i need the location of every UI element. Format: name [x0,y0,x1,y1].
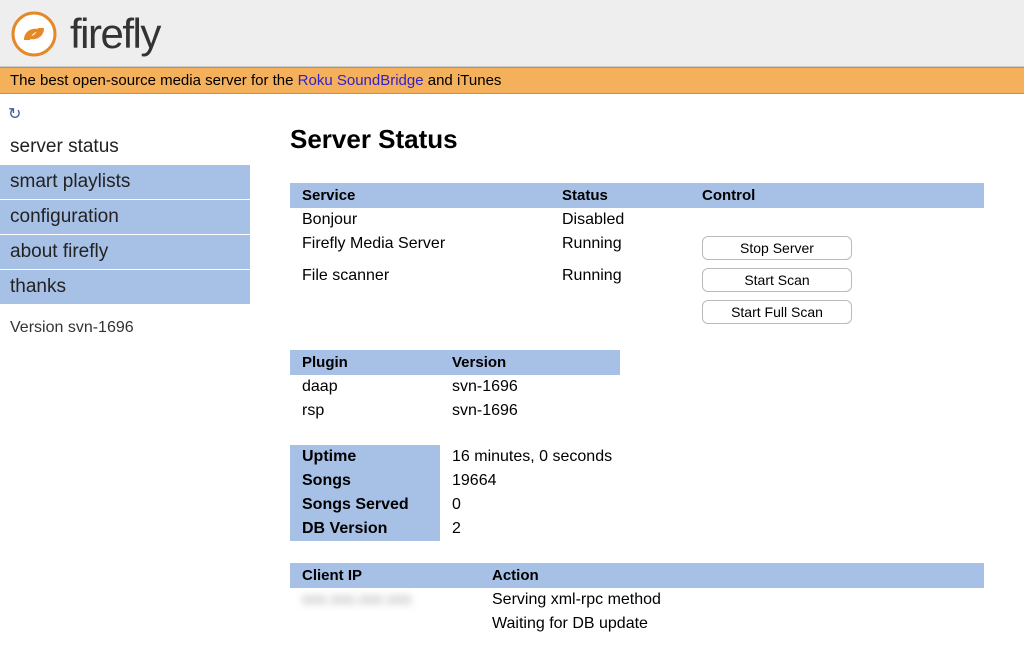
stat-label-dbv: DB Version [290,517,440,541]
service-status: Disabled [550,208,690,232]
tagline-suffix: and iTunes [424,72,502,89]
services-header-service: Service [290,183,550,208]
table-row: xxx.xxx.xxx.xxx Serving xml-rpc method [290,588,984,612]
table-row: daap svn-1696 [290,375,620,399]
stat-value-songs: 19664 [440,469,984,493]
content-area: Server Status Service Status Control Bon… [250,94,1024,658]
plugin-name: rsp [290,399,440,423]
clients-table: Client IP Action xxx.xxx.xxx.xxx Serving… [290,563,984,636]
sidebar-item-thanks[interactable]: thanks [0,270,250,305]
sidebar-item-server-status[interactable]: server status [0,130,250,165]
table-row: Songs Served 0 [290,493,984,517]
client-action: Waiting for DB update [480,612,984,636]
table-row: rsp svn-1696 [290,399,620,423]
service-name: File scanner [290,264,550,296]
stat-label-uptime: Uptime [290,445,440,469]
sidebar-item-configuration[interactable]: configuration [0,200,250,235]
table-row: Waiting for DB update [290,612,984,636]
table-row: Start Full Scan [290,296,984,328]
refresh-row: ↻ [0,94,250,130]
refresh-icon[interactable]: ↻ [8,104,21,124]
table-row: DB Version 2 [290,517,984,541]
plugin-version: svn-1696 [440,375,620,399]
plugins-header-version: Version [440,350,620,375]
services-header-status: Status [550,183,690,208]
clients-header-action: Action [480,563,984,588]
plugins-header-plugin: Plugin [290,350,440,375]
service-name: Firefly Media Server [290,232,550,264]
stat-value-uptime: 16 minutes, 0 seconds [440,445,984,469]
tagline-prefix: The best open-source media server for th… [10,72,298,89]
firefly-logo-icon [10,10,58,58]
table-row: Firefly Media Server Running Stop Server [290,232,984,264]
start-scan-button[interactable]: Start Scan [702,268,852,292]
stats-table: Uptime 16 minutes, 0 seconds Songs 19664… [290,445,984,541]
sidebar-item-about-firefly[interactable]: about firefly [0,235,250,270]
start-full-scan-button[interactable]: Start Full Scan [702,300,852,324]
service-name: Bonjour [290,208,550,232]
plugins-table: Plugin Version daap svn-1696 rsp svn-169… [290,350,620,423]
brand-name: firefly [70,10,160,58]
sidebar-version: Version svn-1696 [0,305,250,351]
client-ip [290,612,480,636]
table-row: Uptime 16 minutes, 0 seconds [290,445,984,469]
service-status: Running [550,232,690,264]
stat-label-songs: Songs [290,469,440,493]
client-ip: xxx.xxx.xxx.xxx [302,591,411,608]
stat-value-dbv: 2 [440,517,984,541]
table-row: Songs 19664 [290,469,984,493]
tagline-bar: The best open-source media server for th… [0,67,1024,94]
stat-value-served: 0 [440,493,984,517]
sidebar: ↻ server status smart playlists configur… [0,94,250,658]
app-header: firefly [0,0,1024,67]
table-row: Bonjour Disabled [290,208,984,232]
stop-server-button[interactable]: Stop Server [702,236,852,260]
tagline-link[interactable]: Roku SoundBridge [298,72,424,89]
services-header-control: Control [690,183,984,208]
table-row: File scanner Running Start Scan [290,264,984,296]
page-title: Server Status [290,124,984,155]
plugin-name: daap [290,375,440,399]
stat-label-served: Songs Served [290,493,440,517]
sidebar-item-smart-playlists[interactable]: smart playlists [0,165,250,200]
client-action: Serving xml-rpc method [480,588,984,612]
clients-header-ip: Client IP [290,563,480,588]
service-status: Running [550,264,690,296]
plugin-version: svn-1696 [440,399,620,423]
services-table: Service Status Control Bonjour Disabled … [290,183,984,328]
